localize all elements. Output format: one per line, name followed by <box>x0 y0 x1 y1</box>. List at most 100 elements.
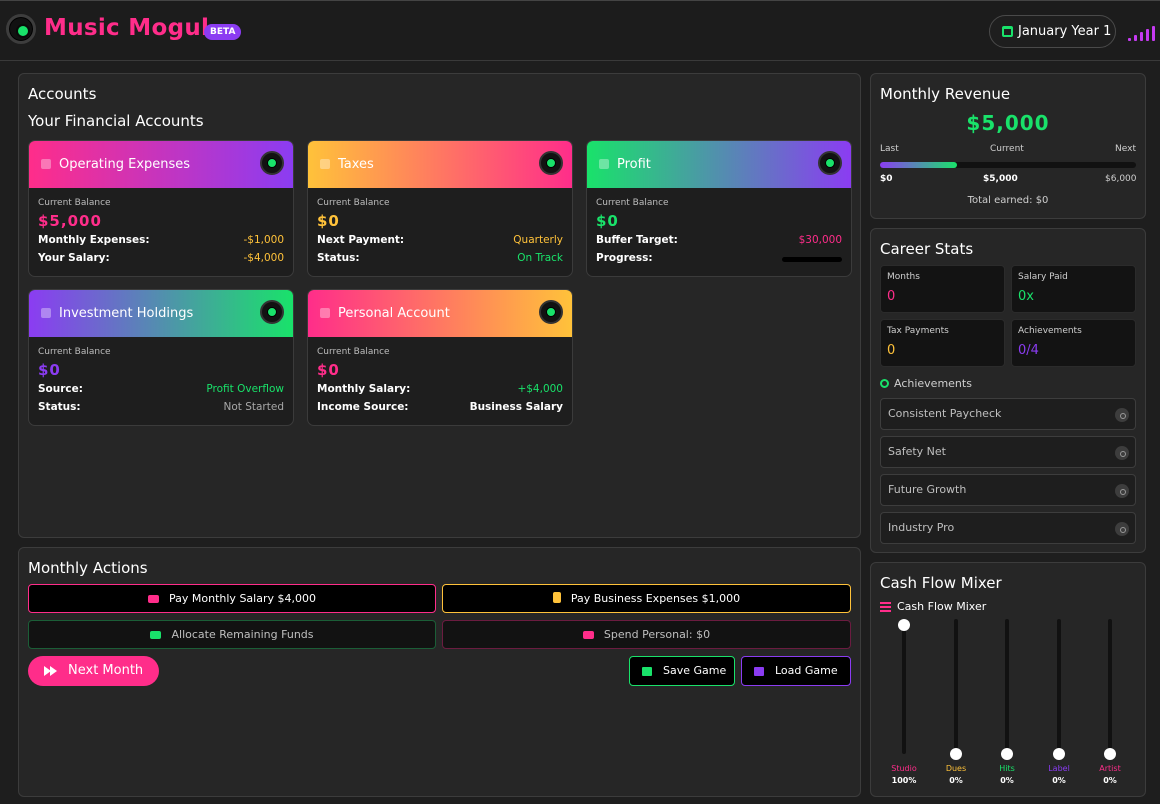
revenue-current-value: $5,000 <box>983 174 1018 184</box>
account-row: Buffer Target: $30,000 <box>596 234 842 246</box>
balance-label: Current Balance <box>38 347 111 357</box>
fader-knob[interactable] <box>1001 748 1013 760</box>
account-card-investment-holdings[interactable]: Investment Holdings Current Balance $0 S… <box>28 289 294 426</box>
spend-personal-button[interactable]: Spend Personal: $0 <box>442 620 851 649</box>
award-icon <box>880 379 889 388</box>
account-card-personal[interactable]: Personal Account Current Balance $0 Mont… <box>307 289 573 426</box>
pay-expenses-button[interactable]: Pay Business Expenses $1,000 <box>442 584 851 613</box>
app-title: Music Mogul <box>44 15 210 41</box>
account-balance: $0 <box>317 212 340 230</box>
account-row: Monthly Salary: +$4,000 <box>317 383 563 395</box>
revenue-last-value: $0 <box>880 174 893 184</box>
monthly-revenue-panel: Monthly Revenue $5,000 Last Current Next… <box>870 73 1146 219</box>
fader-knob[interactable] <box>1053 748 1065 760</box>
scale-icon <box>320 159 330 169</box>
account-row: Status: Not Started <box>38 401 284 413</box>
accounts-subtitle: Your Financial Accounts <box>28 112 204 130</box>
date-display[interactable]: January Year 1 <box>989 15 1116 48</box>
achievement-item: Consistent Paycheck <box>880 398 1136 430</box>
calendar-icon <box>1002 26 1013 37</box>
fader-hits[interactable]: Hits 0% <box>987 619 1027 795</box>
account-row: Next Payment: Quarterly <box>317 234 563 246</box>
revenue-title: Monthly Revenue <box>880 85 1011 103</box>
fader-label[interactable]: Label 0% <box>1039 619 1079 795</box>
user-icon <box>320 308 330 318</box>
account-row: Monthly Expenses: -$1,000 <box>38 234 284 246</box>
revenue-next-value: $6,000 <box>1105 174 1137 184</box>
achievement-item: Industry Pro <box>880 512 1136 544</box>
account-name: Operating Expenses <box>59 157 191 172</box>
cash-icon <box>148 595 160 603</box>
revenue-next-label: Next <box>1115 144 1136 154</box>
balance-label: Current Balance <box>317 198 390 208</box>
account-name: Taxes <box>338 157 374 172</box>
monthly-actions-title: Monthly Actions <box>28 559 148 577</box>
account-name: Personal Account <box>338 306 450 321</box>
stat-achievements: Achievements 0/4 <box>1011 319 1136 367</box>
money-icon <box>150 631 162 639</box>
fader-knob[interactable] <box>950 748 962 760</box>
pay-salary-button[interactable]: Pay Monthly Salary $4,000 <box>28 584 436 613</box>
accounts-title: Accounts <box>28 85 97 103</box>
chart-icon <box>599 159 609 169</box>
save-game-button[interactable]: Save Game <box>629 656 735 686</box>
cart-icon <box>582 631 594 639</box>
app-header: Music Mogul BETA January Year 1 <box>0 0 1160 61</box>
account-row: Progress: <box>596 252 842 266</box>
next-month-button[interactable]: Next Month <box>28 656 159 686</box>
fader-knob[interactable] <box>1104 748 1116 760</box>
revenue-last-label: Last <box>880 144 899 154</box>
vinyl-icon <box>539 151 563 175</box>
invoice-icon <box>552 592 561 603</box>
achievement-item: Future Growth <box>880 474 1136 506</box>
stat-months: Months 0 <box>880 265 1005 313</box>
balance-label: Current Balance <box>38 198 111 208</box>
account-balance: $0 <box>38 361 61 379</box>
vinyl-icon <box>539 300 563 324</box>
fader-studio[interactable]: Studio 100% <box>884 619 924 795</box>
cash-flow-mixer-panel: Cash Flow Mixer Cash Flow Mixer Studio 1… <box>870 562 1146 797</box>
fader-dues[interactable]: Dues 0% <box>936 619 976 795</box>
growth-icon <box>41 308 51 318</box>
account-card-operating-expenses[interactable]: Operating Expenses Current Balance $5,00… <box>28 140 294 277</box>
fader-artist[interactable]: Artist 0% <box>1090 619 1130 795</box>
floppy-icon <box>642 667 652 676</box>
monthly-actions-panel: Monthly Actions Pay Monthly Salary $4,00… <box>18 547 861 797</box>
account-row: Source: Profit Overflow <box>38 383 284 395</box>
wallet-icon <box>41 159 51 169</box>
account-balance: $5,000 <box>38 212 102 230</box>
beta-badge: BETA <box>204 24 242 40</box>
stat-tax-payments: Tax Payments 0 <box>880 319 1005 367</box>
date-label: January Year 1 <box>1018 24 1112 39</box>
account-card-profit[interactable]: Profit Current Balance $0 Buffer Target:… <box>586 140 852 277</box>
career-stats-title: Career Stats <box>880 240 974 258</box>
account-balance: $0 <box>317 361 340 379</box>
achievement-item: Safety Net <box>880 436 1136 468</box>
load-game-button[interactable]: Load Game <box>741 656 851 686</box>
career-stats-panel: Career Stats Months 0 Salary Paid 0x Tax… <box>870 228 1146 553</box>
fader-knob[interactable] <box>898 619 910 631</box>
balance-label: Current Balance <box>317 347 390 357</box>
profit-progress-bar <box>782 257 842 262</box>
vinyl-logo-icon <box>6 14 36 44</box>
lock-icon <box>1115 408 1129 422</box>
lock-icon <box>1115 484 1129 498</box>
signal-bars-icon <box>1128 26 1158 41</box>
revenue-total: Total earned: $0 <box>967 195 1049 206</box>
account-row: Your Salary: -$4,000 <box>38 252 284 264</box>
accounts-panel: Accounts Your Financial Accounts Operati… <box>18 73 861 538</box>
account-name: Investment Holdings <box>59 306 194 321</box>
stat-salary-paid: Salary Paid 0x <box>1011 265 1136 313</box>
account-row: Status: On Track <box>317 252 563 264</box>
account-card-taxes[interactable]: Taxes Current Balance $0 Next Payment: Q… <box>307 140 573 277</box>
lock-icon <box>1115 446 1129 460</box>
allocate-funds-button[interactable]: Allocate Remaining Funds <box>28 620 436 649</box>
revenue-current-label: Current <box>990 144 1024 154</box>
lock-icon <box>1115 522 1129 536</box>
vinyl-icon <box>260 151 284 175</box>
mixer-subtitle: Cash Flow Mixer <box>880 600 986 613</box>
account-row: Income Source: Business Salary <box>317 401 563 413</box>
account-name: Profit <box>617 157 651 172</box>
account-balance: $0 <box>596 212 619 230</box>
vinyl-icon <box>260 300 284 324</box>
